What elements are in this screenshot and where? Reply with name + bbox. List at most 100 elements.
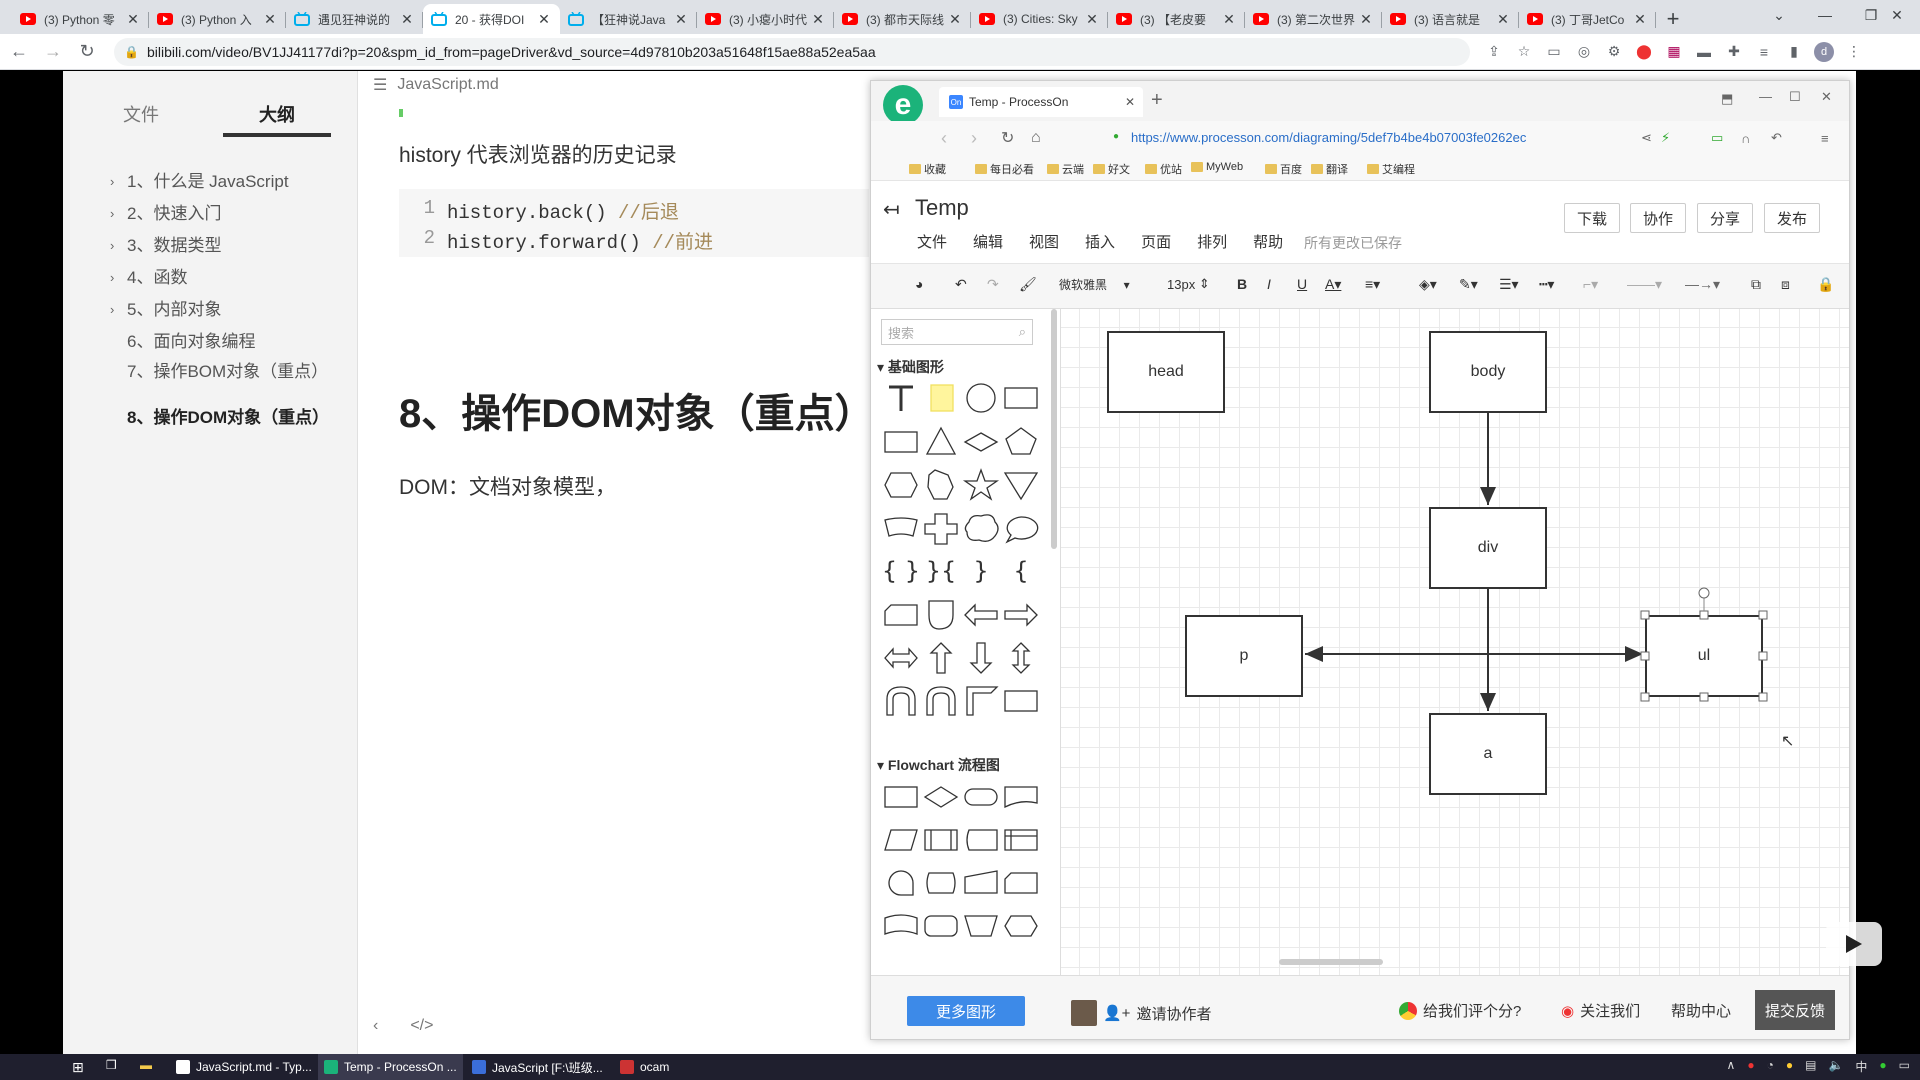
more-shapes-button[interactable]: 更多图形 — [907, 996, 1025, 1026]
bookmark-item[interactable]: 优站 — [1145, 161, 1182, 177]
reload-button[interactable]: ↻ — [1001, 128, 1014, 148]
shape-style-icon[interactable]: ◕ — [915, 276, 923, 292]
section-flowchart[interactable]: ▾ Flowchart 流程图 — [877, 755, 1000, 775]
maximize-button[interactable]: ☐ — [1789, 89, 1801, 105]
align-icon[interactable]: ≡▾ — [1365, 276, 1380, 293]
close-tab-icon[interactable]: ✕ — [1125, 95, 1135, 109]
close-tab-icon[interactable]: ✕ — [810, 11, 826, 28]
collaborate-button[interactable]: 协作 — [1630, 203, 1686, 233]
brace-shape[interactable]: }{ — [926, 557, 957, 585]
decision-shape[interactable] — [923, 786, 959, 808]
lightning-icon[interactable]: ⚡ — [1661, 130, 1670, 146]
task-view-icon[interactable]: ❒ — [106, 1058, 117, 1072]
battery-icon[interactable]: ▭ — [1711, 130, 1723, 146]
back-button[interactable]: ← — [4, 37, 34, 67]
processon-tab[interactable]: On Temp - ProcessOn ✕ — [939, 87, 1143, 117]
direct-data-shape[interactable] — [926, 872, 956, 894]
publish-button[interactable]: 发布 — [1764, 203, 1820, 233]
rectangle-shape[interactable] — [884, 431, 918, 453]
diagram-title[interactable]: Temp — [915, 195, 969, 221]
cross-shape[interactable] — [924, 513, 958, 545]
card-flow-shape[interactable] — [1004, 872, 1038, 894]
toggle-sidebar-button[interactable]: ‹ — [373, 1017, 378, 1035]
back-button[interactable]: ‹ — [941, 128, 947, 149]
tab-search-icon[interactable]: ⌄ — [1756, 0, 1802, 30]
source-mode-button[interactable]: </> — [410, 1017, 433, 1035]
section-basic-shapes[interactable]: ▾ 基础图形 — [877, 357, 944, 377]
font-size-select[interactable]: 13px ⇕ — [1167, 276, 1210, 292]
chevron-right-icon[interactable]: › — [110, 203, 114, 225]
tab-outline[interactable]: 大纲 — [223, 101, 331, 137]
bookmark-item[interactable]: 百度 — [1265, 161, 1302, 177]
close-tab-icon[interactable]: ✕ — [1358, 11, 1374, 28]
rate-us-link[interactable]: 给我们评个分? — [1399, 1000, 1521, 1021]
chevron-right-icon[interactable]: › — [110, 299, 114, 321]
close-tab-icon[interactable]: ✕ — [262, 11, 278, 28]
minimize-button[interactable]: — — [1759, 89, 1772, 104]
menu-item[interactable]: 帮助 — [1253, 231, 1283, 252]
close-tab-icon[interactable]: ✕ — [673, 11, 689, 28]
internal-storage-shape[interactable] — [1004, 829, 1038, 851]
address-bar[interactable]: 🔒 bilibili.com/video/BV1JJ41177di?p=20&s… — [114, 37, 1470, 66]
forward-button[interactable]: › — [971, 128, 977, 149]
menu-item[interactable]: 页面 — [1141, 231, 1171, 252]
close-tab-icon[interactable]: ✕ — [1084, 11, 1100, 28]
bookmark-item[interactable]: 艾编程 — [1367, 161, 1415, 177]
shape-search-input[interactable]: 搜索 ⌕ — [881, 319, 1033, 345]
pentagon-shape[interactable] — [1005, 427, 1037, 455]
menu-icon[interactable]: ⋮ — [1844, 42, 1864, 62]
undo-icon[interactable]: ↶ — [1771, 130, 1782, 146]
taskbar-app[interactable]: ocam — [614, 1054, 675, 1080]
browser-tab[interactable]: 20 - 获得DOI ✕ — [423, 4, 560, 34]
node-head[interactable]: head — [1107, 331, 1225, 413]
tray-icon[interactable]: ◔ — [1767, 1058, 1774, 1075]
bold-icon[interactable]: B — [1237, 276, 1247, 292]
lock-icon[interactable]: 🔒 — [1817, 276, 1834, 293]
gear-icon[interactable]: ⚙ — [1604, 42, 1624, 62]
rectangle-shape[interactable] — [1004, 690, 1038, 712]
download-button[interactable]: 下载 — [1564, 203, 1620, 233]
send-back-icon[interactable]: ⧈ — [1781, 276, 1790, 293]
inverted-triangle-shape[interactable] — [1003, 472, 1039, 501]
menu-item[interactable]: 插入 — [1085, 231, 1115, 252]
arch-shape[interactable] — [926, 686, 956, 716]
note-shape[interactable] — [930, 384, 954, 412]
menu-item[interactable]: 文件 — [917, 231, 947, 252]
headset-icon[interactable]: ∩ — [1741, 131, 1750, 146]
bookmark-star-icon[interactable]: ☆ — [1514, 42, 1534, 62]
close-window-button[interactable]: ✕ — [1821, 89, 1832, 105]
close-tab-icon[interactable]: ✕ — [947, 11, 963, 28]
share-icon[interactable]: ⇪ — [1484, 42, 1504, 62]
format-painter-icon[interactable]: 🖌 — [1019, 276, 1037, 293]
close-tab-icon[interactable]: ✕ — [1632, 11, 1648, 28]
extension-icon-1[interactable]: ◎ — [1574, 42, 1594, 62]
minimize-button[interactable]: — — [1802, 0, 1848, 30]
browser-tab[interactable]: (3) 丁哥JetCo ✕ — [1519, 4, 1656, 34]
extension-icon-nd[interactable]: ▬ — [1694, 42, 1714, 62]
up-down-arrow-shape[interactable] — [1011, 642, 1031, 674]
rectangle-shape[interactable] — [1004, 387, 1038, 409]
line-width-icon[interactable]: ☰▾ — [1499, 276, 1519, 293]
tray-icon[interactable]: ● — [1747, 1058, 1754, 1075]
line-style-icon[interactable]: ┅▾ — [1539, 276, 1554, 293]
line-color-icon[interactable]: ✎▾ — [1459, 276, 1478, 293]
data-shape[interactable] — [884, 829, 918, 851]
play-icon[interactable] — [1826, 922, 1882, 966]
undo-icon[interactable]: ↶ — [955, 276, 967, 293]
reading-list-icon[interactable]: ≡ — [1754, 42, 1774, 62]
redo-icon[interactable]: ↷ — [987, 276, 999, 293]
notification-icon[interactable]: ▭ — [1899, 1058, 1910, 1075]
double-arrow-shape[interactable] — [884, 647, 918, 669]
u-arrow-shape[interactable] — [886, 686, 916, 716]
taskbar-app[interactable]: JavaScript.md - Typ... — [170, 1054, 318, 1080]
diamond-shape[interactable] — [963, 432, 999, 452]
browser-tab[interactable]: 遇见狂神说的 ✕ — [286, 4, 423, 34]
browser-tab[interactable]: 【狂神说Java ✕ — [560, 4, 697, 34]
browser-tab[interactable]: (3) 语言就是 ✕ — [1382, 4, 1519, 34]
italic-icon[interactable]: I — [1267, 276, 1271, 292]
menu-item[interactable]: 编辑 — [973, 231, 1003, 252]
circle-shape[interactable] — [966, 383, 996, 413]
diagram-canvas[interactable]: head body div p ul a ↖ — [1061, 309, 1849, 975]
menu-icon[interactable]: ≡ — [1821, 131, 1829, 146]
chevron-right-icon[interactable]: › — [110, 235, 114, 257]
